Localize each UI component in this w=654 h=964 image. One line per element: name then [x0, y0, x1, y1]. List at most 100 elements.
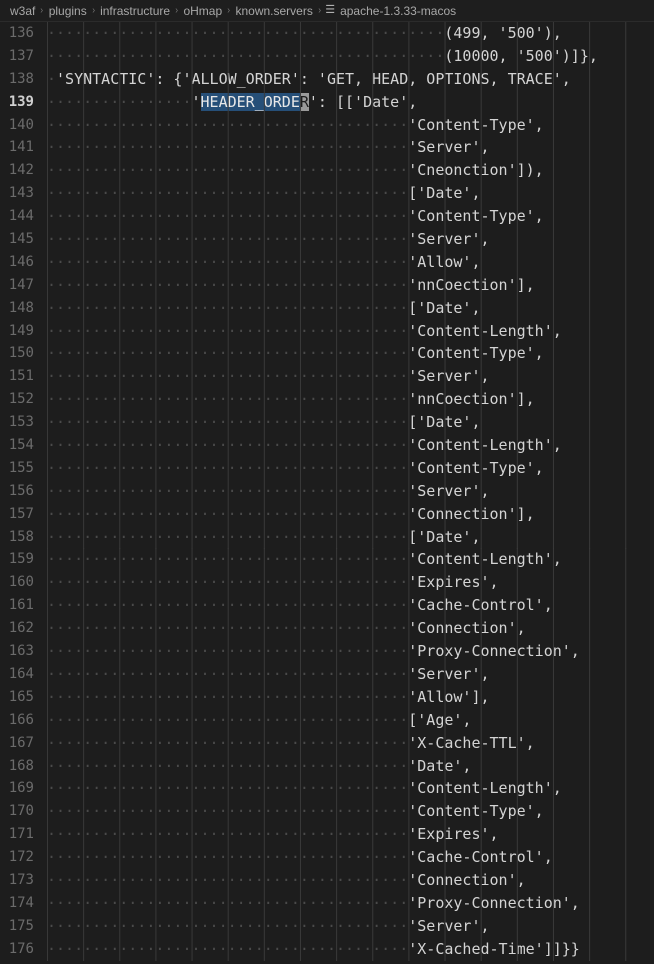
line-content[interactable]: ········································…: [47, 479, 654, 503]
text-cursor[interactable]: R: [299, 92, 309, 111]
line-content[interactable]: ·'SYNTACTIC': {'ALLOW_ORDER': 'GET, HEAD…: [47, 67, 654, 91]
line-content[interactable]: ········································…: [47, 571, 654, 595]
line-content[interactable]: ········································…: [47, 434, 654, 457]
whitespace-indicator: ········································: [47, 848, 409, 867]
code-line[interactable]: 143 ·····································…: [0, 182, 654, 206]
line-number: 136: [8, 25, 34, 41]
line-content[interactable]: ········································…: [47, 731, 654, 755]
code-line[interactable]: 159 ·····································…: [0, 548, 654, 572]
line-content[interactable]: ········································…: [47, 296, 654, 320]
code-line[interactable]: 175 ·····································…: [0, 914, 654, 938]
line-content[interactable]: ········································…: [47, 708, 654, 732]
line-content[interactable]: ········································…: [47, 205, 654, 228]
code-line[interactable]: 149 ·····································…: [0, 319, 654, 343]
code-line[interactable]: 156 ·····································…: [0, 479, 654, 503]
code-line[interactable]: 153 ·····································…: [0, 411, 654, 434]
code-line[interactable]: 167 ·····································…: [0, 731, 654, 755]
code-line[interactable]: 174 ·····································…: [0, 891, 654, 915]
line-content[interactable]: ········································…: [47, 411, 654, 434]
line-number: 152: [8, 391, 34, 408]
code-line[interactable]: 144 ·····································…: [0, 205, 654, 228]
breadcrumb[interactable]: w3af › plugins › infrastructure › oHmap › known.…: [0, 0, 654, 22]
line-content[interactable]: ········································…: [47, 365, 654, 389]
code-line[interactable]: 171 ·····································…: [0, 823, 654, 846]
line-content[interactable]: ················'HEADER_ORDER': [['Date'…: [47, 90, 654, 114]
code-line[interactable]: 142 ·····································…: [0, 159, 654, 183]
breadcrumb-item-apache-1.3.33-macos[interactable]: ☰ apache-1.3.33-macos: [325, 4, 456, 18]
line-content[interactable]: ········································…: [47, 754, 654, 778]
selected-text[interactable]: HEADER_ORDE: [200, 92, 300, 111]
code-editor[interactable]: 136 ·····································…: [0, 22, 654, 964]
code-line[interactable]: 139 ················'HEADER_ORDER': [['Da…: [0, 90, 654, 114]
line-content[interactable]: ········································…: [47, 685, 654, 709]
line-content[interactable]: ········································…: [47, 823, 654, 846]
code-line[interactable]: 166 ·····································…: [0, 708, 654, 732]
code-line[interactable]: 150 ·····································…: [0, 342, 654, 366]
code-line[interactable]: 162 ·····································…: [0, 617, 654, 640]
code-line[interactable]: 152 ·····································…: [0, 388, 654, 412]
code-line[interactable]: 137 ·····································…: [0, 44, 654, 68]
breadcrumb-item-plugins[interactable]: plugins: [48, 4, 88, 18]
line-content[interactable]: ········································…: [47, 868, 654, 892]
line-content[interactable]: ········································…: [47, 640, 654, 663]
code-line[interactable]: 151 ·····································…: [0, 365, 654, 389]
line-content[interactable]: ········································…: [47, 228, 654, 251]
line-content[interactable]: ········································…: [47, 800, 654, 824]
line-content[interactable]: ········································…: [47, 548, 654, 572]
line-content[interactable]: ········································…: [47, 525, 654, 549]
line-content[interactable]: ········································…: [47, 159, 654, 183]
code-line[interactable]: 170 ·····································…: [0, 800, 654, 824]
code-line[interactable]: 141 ·····································…: [0, 136, 654, 160]
line-content[interactable]: ········································…: [47, 456, 654, 480]
line-number: 155: [8, 459, 34, 476]
code-text: 'Allow'],: [408, 687, 490, 706]
line-content[interactable]: ········································…: [47, 44, 654, 68]
line-content[interactable]: ········································…: [47, 388, 654, 412]
line-content[interactable]: ········································…: [47, 846, 654, 869]
code-line[interactable]: 168 ·····································…: [0, 754, 654, 778]
code-line[interactable]: 158 ·····································…: [0, 525, 654, 549]
code-line[interactable]: 157 ·····································…: [0, 502, 654, 526]
line-content[interactable]: ········································…: [47, 662, 654, 686]
code-line[interactable]: 163 ·····································…: [0, 640, 654, 663]
code-line[interactable]: 165 ·····································…: [0, 685, 654, 709]
code-line[interactable]: 148 ·····································…: [0, 296, 654, 320]
code-line[interactable]: 138 ·'SYNTACTIC': {'ALLOW_ORDER': 'GET, H…: [0, 67, 654, 91]
line-content[interactable]: ········································…: [47, 22, 654, 45]
code-line[interactable]: 147 ·····································…: [0, 273, 654, 297]
code-line[interactable]: 172 ·····································…: [0, 846, 654, 869]
code-line[interactable]: 136 ·····································…: [0, 22, 654, 45]
code-line[interactable]: 155 ·····································…: [0, 456, 654, 480]
line-content[interactable]: ········································…: [47, 617, 654, 640]
line-content[interactable]: ········································…: [47, 914, 654, 938]
code-line[interactable]: 161 ·····································…: [0, 594, 654, 618]
line-content[interactable]: ········································…: [47, 891, 654, 915]
line-content[interactable]: ········································…: [47, 113, 654, 137]
line-content[interactable]: ········································…: [47, 937, 654, 961]
line-content[interactable]: ········································…: [47, 777, 654, 801]
breadcrumb-item-known.servers[interactable]: known.servers: [234, 4, 313, 18]
line-content[interactable]: ········································…: [47, 136, 654, 160]
code-text: 'X-Cached-Time']]}}: [408, 939, 580, 958]
line-number: 170: [8, 803, 34, 820]
code-line[interactable]: 140 ·····································…: [0, 113, 654, 137]
breadcrumb-item-w3af[interactable]: w3af: [9, 4, 36, 18]
breadcrumb-item-oHmap[interactable]: oHmap: [182, 4, 223, 18]
line-number: 172: [8, 849, 34, 866]
code-line[interactable]: 160 ·····································…: [0, 571, 654, 595]
code-line[interactable]: 169 ·····································…: [0, 777, 654, 801]
code-line[interactable]: 146 ·····································…: [0, 250, 654, 274]
line-content[interactable]: ········································…: [47, 182, 654, 206]
code-line[interactable]: 176 ·····································…: [0, 937, 654, 961]
breadcrumb-item-infrastructure[interactable]: infrastructure: [99, 4, 171, 18]
line-content[interactable]: ········································…: [47, 594, 654, 618]
code-line[interactable]: 154 ·····································…: [0, 434, 654, 457]
code-line[interactable]: 145 ·····································…: [0, 228, 654, 251]
code-line[interactable]: 173 ·····································…: [0, 868, 654, 892]
line-content[interactable]: ········································…: [47, 502, 654, 526]
line-content[interactable]: ········································…: [47, 319, 654, 343]
line-content[interactable]: ········································…: [47, 342, 654, 366]
line-content[interactable]: ········································…: [47, 273, 654, 297]
line-content[interactable]: ········································…: [47, 250, 654, 274]
code-line[interactable]: 164 ·····································…: [0, 662, 654, 686]
